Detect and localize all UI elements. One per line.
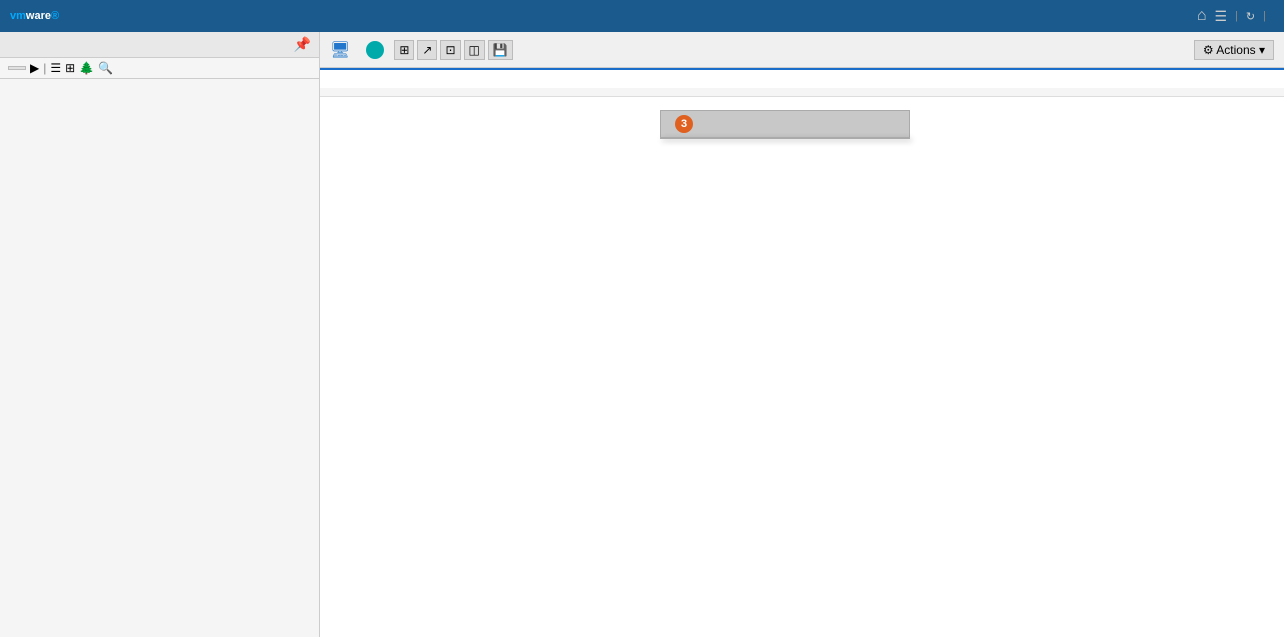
- search-nav-icon[interactable]: 🔍: [98, 61, 113, 75]
- host-object-icon: 🖥: [330, 40, 350, 60]
- context-menu-title: 3: [660, 110, 910, 137]
- detail-view-icon[interactable]: ⊞: [65, 61, 75, 75]
- obj-icon-1[interactable]: ⊞: [394, 40, 414, 60]
- app-header: vmware® ⌂ ☰ | ↻ |: [0, 0, 1284, 32]
- refresh-icon[interactable]: ↻: [1246, 10, 1255, 23]
- nav-sep: |: [43, 61, 46, 75]
- pin-icon[interactable]: 📌: [294, 36, 311, 53]
- obj-icon-5[interactable]: 💾: [488, 40, 513, 60]
- obj-icon-3[interactable]: ⊡: [440, 40, 460, 60]
- obj-icon-2[interactable]: ↗: [417, 40, 437, 60]
- content-area: 3: [320, 70, 1284, 637]
- navigator-toolbar: ▶ | ☰ ⊞ 🌲 🔍: [0, 58, 319, 79]
- context-menu-container: 3: [660, 110, 910, 139]
- gear-icon: ⚙: [1203, 43, 1214, 57]
- object-toolbar-icons: ⊞ ↗ ⊡ ◫ 💾: [394, 40, 512, 60]
- actions-dropdown-button[interactable]: ⚙ Actions ▾: [1194, 40, 1274, 60]
- object-badge: [366, 41, 384, 59]
- main-layout: 📌 ▶ | ☰ ⊞ 🌲 🔍 🖥 ⊞ ↗ ⊡ ◫ 💾: [0, 32, 1284, 637]
- home-icon[interactable]: ⌂: [1197, 7, 1207, 25]
- back-button[interactable]: [8, 66, 26, 70]
- datastores-toolbar: [320, 88, 1284, 97]
- context-menu: [660, 137, 910, 139]
- datastores-section: [320, 70, 1284, 88]
- tree-view-icon[interactable]: 🌲: [79, 61, 94, 75]
- object-header: 🖥 ⊞ ↗ ⊡ ◫ 💾 ⚙ Actions ▾: [320, 32, 1284, 68]
- menu-icon[interactable]: ☰: [1215, 8, 1228, 25]
- navigator-panel: 📌 ▶ | ☰ ⊞ 🌲 🔍: [0, 32, 320, 637]
- vmware-logo: vmware®: [10, 10, 59, 22]
- right-panel: 🖥 ⊞ ↗ ⊡ ◫ 💾 ⚙ Actions ▾: [320, 32, 1284, 637]
- tree-area: [0, 79, 319, 637]
- navigator-header: 📌: [0, 32, 319, 58]
- forward-icon[interactable]: ▶: [30, 61, 39, 75]
- list-view-icon[interactable]: ☰: [50, 61, 61, 75]
- obj-icon-4[interactable]: ◫: [464, 40, 485, 60]
- header-icons: ⌂ ☰ | ↻ |: [1197, 7, 1274, 25]
- ctx-badge: 3: [675, 115, 693, 133]
